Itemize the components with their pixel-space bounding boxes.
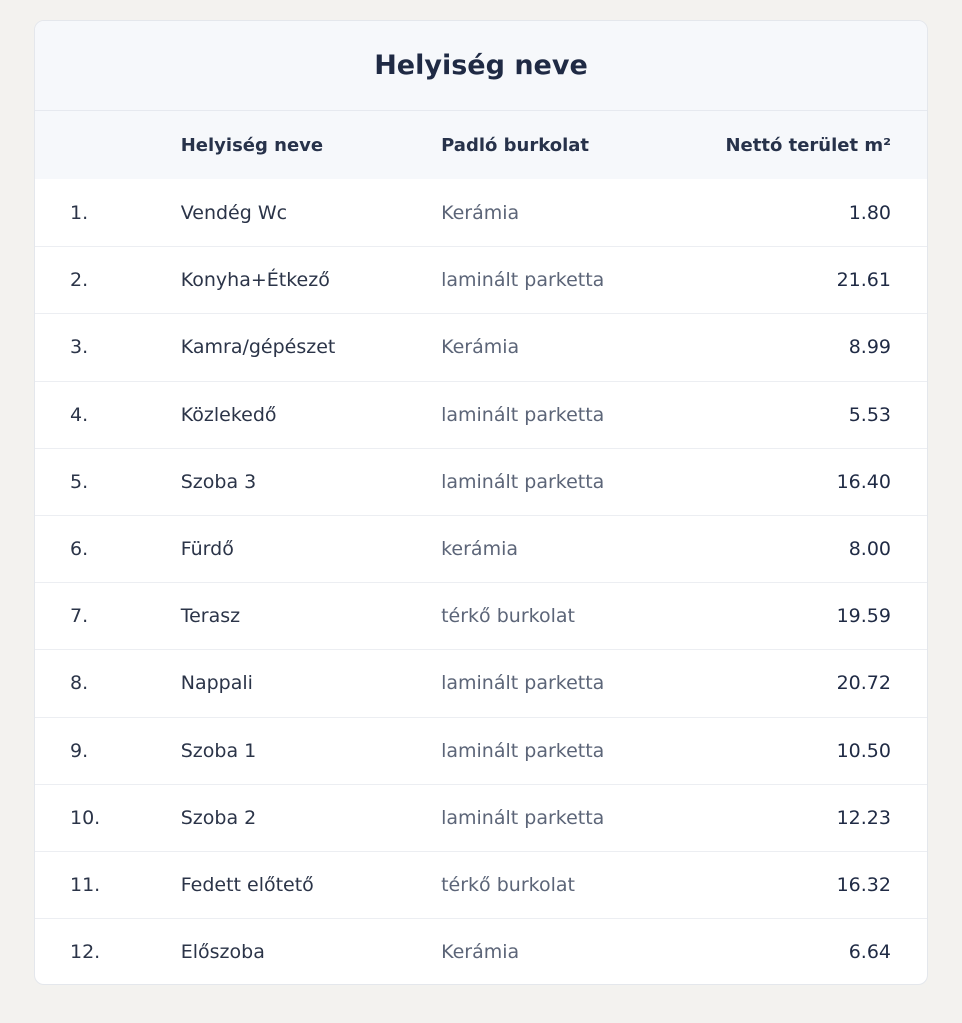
table-body: 1. Vendég Wc Kerámia 1.80 2. Konyha+Étke… — [35, 179, 927, 984]
table-row: 4. Közlekedő laminált parketta 5.53 — [35, 380, 927, 448]
row-index: 5. — [70, 470, 89, 493]
table-row: 5. Szoba 3 laminált parketta 16.40 — [35, 447, 927, 515]
row-floor-covering: laminált parketta — [441, 269, 605, 292]
row-index: 1. — [70, 201, 89, 224]
row-room-name: Kamra/gépészet — [180, 336, 336, 359]
header-floor-covering: Padló burkolat — [441, 134, 589, 156]
table-row: 7. Terasz térkő burkolat 19.59 — [35, 582, 927, 649]
row-floor-covering: Kerámia — [441, 201, 520, 224]
header-net-area: Nettó terület m² — [725, 134, 891, 156]
row-net-area: 16.40 — [836, 470, 891, 493]
row-floor-covering: laminált parketta — [441, 403, 605, 426]
table-row: 10. Szoba 2 laminált parketta 12.23 — [35, 783, 927, 851]
table-row: 3. Kamra/gépészet Kerámia 8.99 — [35, 313, 927, 380]
row-floor-covering: laminált parketta — [441, 672, 605, 695]
row-index: 11. — [70, 873, 101, 896]
table-row: 2. Konyha+Étkező laminált parketta 21.61 — [35, 246, 927, 313]
row-index: 10. — [70, 806, 101, 829]
row-index: 2. — [70, 269, 89, 292]
row-index: 3. — [70, 336, 89, 359]
row-floor-covering: térkő burkolat — [441, 605, 575, 628]
row-floor-covering: laminált parketta — [441, 806, 605, 829]
row-floor-covering: laminált parketta — [441, 739, 605, 762]
table-header-row: Helyiség neve Padló burkolat Nettó terül… — [35, 111, 927, 179]
row-net-area: 8.99 — [848, 336, 891, 359]
table-row: 11. Fedett előtető térkő burkolat 16.32 — [35, 850, 927, 918]
row-index: 7. — [70, 605, 89, 628]
row-net-area: 16.32 — [836, 873, 891, 896]
row-room-name: Szoba 3 — [180, 470, 257, 493]
row-index: 8. — [70, 672, 89, 695]
header-index — [35, 111, 181, 179]
table-row: 9. Szoba 1 laminált parketta 10.50 — [35, 716, 927, 784]
row-net-area: 1.80 — [848, 201, 891, 224]
table-row: 12. Előszoba Kerámia 6.64 — [35, 918, 927, 984]
row-room-name: Szoba 2 — [180, 806, 257, 829]
row-floor-covering: laminált parketta — [441, 470, 605, 493]
row-index: 4. — [70, 403, 89, 426]
row-room-name: Fürdő — [180, 538, 234, 561]
row-index: 9. — [70, 739, 89, 762]
row-floor-covering: térkő burkolat — [441, 873, 575, 896]
row-floor-covering: Kerámia — [441, 941, 520, 964]
row-room-name: Fedett előtető — [180, 873, 314, 896]
row-floor-covering: Kerámia — [441, 336, 520, 359]
row-net-area: 19.59 — [836, 605, 891, 628]
row-net-area: 6.64 — [848, 941, 891, 964]
row-index: 6. — [70, 538, 89, 561]
room-table-card: Helyiség neve Helyiség neve Padló burkol… — [34, 20, 928, 985]
row-net-area: 12.23 — [836, 806, 891, 829]
row-net-area: 5.53 — [848, 403, 891, 426]
table-title: Helyiség neve — [374, 50, 588, 81]
row-net-area: 8.00 — [848, 538, 891, 561]
row-floor-covering: kerámia — [441, 538, 518, 561]
row-room-name: Előszoba — [180, 941, 265, 964]
header-room-name: Helyiség neve — [180, 134, 324, 156]
row-room-name: Terasz — [180, 605, 241, 628]
table-row: 8. Nappali laminált parketta 20.72 — [35, 649, 927, 716]
row-net-area: 10.50 — [836, 739, 891, 762]
row-net-area: 21.61 — [836, 269, 891, 292]
row-room-name: Szoba 1 — [180, 739, 257, 762]
row-room-name: Közlekedő — [180, 403, 277, 426]
row-room-name: Konyha+Étkező — [180, 269, 330, 292]
table-title-bar: Helyiség neve — [35, 21, 927, 111]
row-net-area: 20.72 — [836, 672, 891, 695]
table-row: 6. Fürdő kerámia 8.00 — [35, 514, 927, 582]
row-index: 12. — [70, 941, 101, 964]
table-row: 1. Vendég Wc Kerámia 1.80 — [35, 179, 927, 246]
row-room-name: Vendég Wc — [180, 201, 288, 224]
row-room-name: Nappali — [180, 672, 253, 695]
